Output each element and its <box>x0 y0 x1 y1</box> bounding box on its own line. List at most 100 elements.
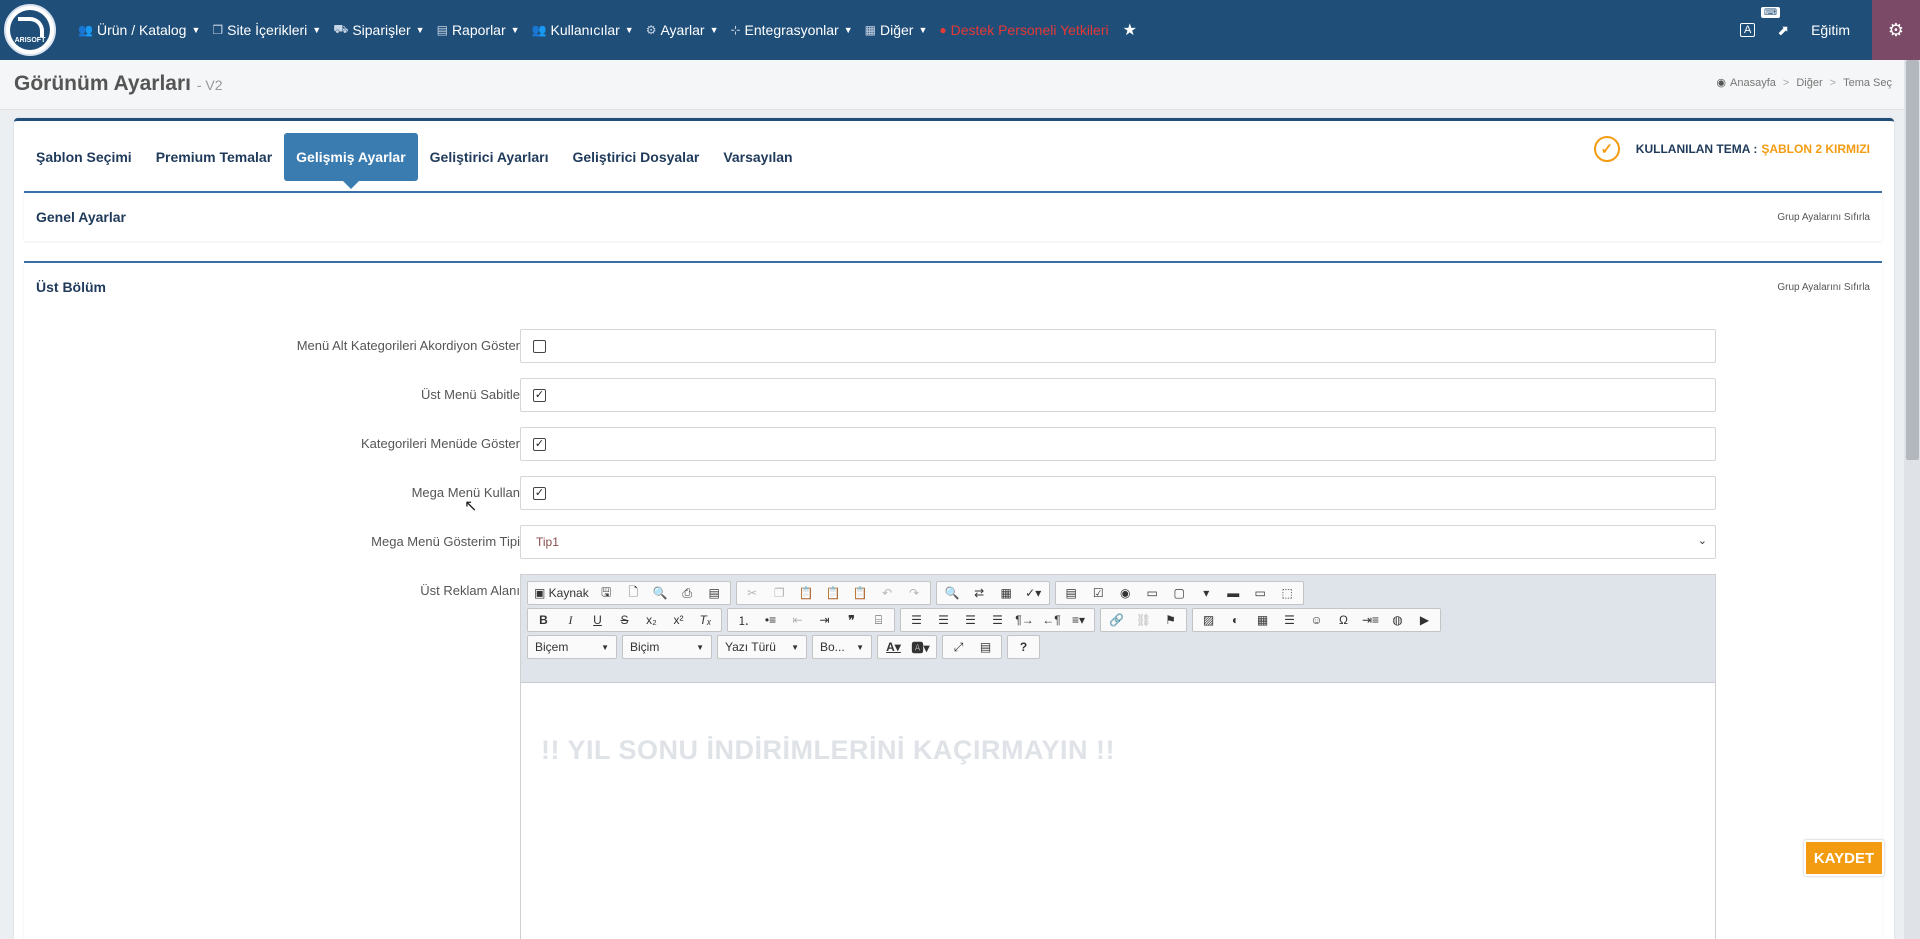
help-icon[interactable]: ? <box>1010 636 1037 658</box>
youtube-icon[interactable]: ▶ <box>1411 609 1438 631</box>
copy-icon[interactable]: ❐ <box>766 582 793 604</box>
horizontal-line-icon[interactable]: ☰ <box>1276 609 1303 631</box>
nav-item-siparisler[interactable]: ⛟ Siparişler ▼ <box>333 22 424 38</box>
language-icon[interactable]: ≡▾ <box>1065 609 1092 631</box>
subscript-icon[interactable]: x₂ <box>638 609 665 631</box>
redo-icon[interactable]: ↷ <box>901 582 928 604</box>
undo-icon[interactable]: ↶ <box>874 582 901 604</box>
nav-item-raporlar[interactable]: ▤ Raporlar ▼ <box>437 22 520 38</box>
nav-item-ayarlar[interactable]: ⚙ Ayarlar ▼ <box>646 22 719 38</box>
outdent-icon[interactable]: ⇤ <box>784 609 811 631</box>
hidden-field-icon[interactable]: ⬚ <box>1274 582 1301 604</box>
tab-sablon-secimi[interactable]: Şablon Seçimi <box>24 133 144 181</box>
button-field-icon[interactable]: ▬ <box>1220 582 1247 604</box>
breadcrumb-diger[interactable]: Diğer <box>1796 77 1822 89</box>
smiley-icon[interactable]: ☺ <box>1303 609 1330 631</box>
language-toggle[interactable]: A <box>1740 23 1756 37</box>
scrollbar-thumb[interactable] <box>1906 60 1919 460</box>
bulleted-list-icon[interactable]: •≡ <box>757 609 784 631</box>
paste-text-icon[interactable]: 📋 <box>820 582 847 604</box>
div-container-icon[interactable]: ⌸ <box>865 609 892 631</box>
favorites-star-icon[interactable]: ★ <box>1123 20 1137 40</box>
indent-icon[interactable]: ⇥ <box>811 609 838 631</box>
reset-group-link[interactable]: Grup Ayalarını Sıfırla <box>1777 212 1870 223</box>
image-button-icon[interactable]: ▭ <box>1247 582 1274 604</box>
link-icon[interactable]: 🔗 <box>1103 609 1130 631</box>
tab-varsayilan[interactable]: Varsayılan <box>711 133 804 181</box>
tab-gelismis-ayarlar[interactable]: Gelişmiş Ayarlar <box>284 133 418 189</box>
radio-icon[interactable]: ◉ <box>1112 582 1139 604</box>
new-page-icon[interactable]: 🗋 <box>620 582 647 604</box>
text-color-icon[interactable]: A▾ <box>880 636 907 658</box>
ltr-icon[interactable]: ¶→ <box>1011 609 1038 631</box>
nav-item-site-icerikleri[interactable]: ❐ Site İçerikleri ▼ <box>212 22 321 38</box>
checkbox-icon[interactable]: ☑ <box>1085 582 1112 604</box>
bg-color-icon[interactable]: 🅰▾ <box>907 636 934 658</box>
paste-icon[interactable]: 📋 <box>793 582 820 604</box>
spellcheck-icon[interactable]: ✓▾ <box>1020 582 1047 604</box>
editor-content[interactable]: !! YIL SONU İNDİRİMLERİNİ KAÇIRMAYIN !! <box>541 735 1115 766</box>
tab-gelistirici-ayarlari[interactable]: Geliştirici Ayarları <box>418 133 561 181</box>
nav-item-diger[interactable]: ▦ Diğer ▼ <box>865 22 928 38</box>
preview-icon[interactable]: 🔍 <box>647 582 674 604</box>
show-blocks-icon[interactable]: ▤ <box>972 636 999 658</box>
select-field-icon[interactable]: ▾ <box>1193 582 1220 604</box>
select-all-icon[interactable]: ▦ <box>993 582 1020 604</box>
sticky-menu-checkbox[interactable]: ✓ <box>533 389 546 402</box>
justify-icon[interactable]: ☰ <box>984 609 1011 631</box>
print-icon[interactable]: ⎙ <box>674 582 701 604</box>
font-size-combo[interactable]: Bo... ▼ <box>812 635 872 659</box>
nav-item-entegrasyonlar[interactable]: ⊹ Entegrasyonlar ▼ <box>730 22 852 38</box>
align-center-icon[interactable]: ☰ <box>930 609 957 631</box>
font-combo[interactable]: Yazı Türü ▼ <box>717 635 807 659</box>
align-left-icon[interactable]: ☰ <box>903 609 930 631</box>
source-button[interactable]: ▣ Kaynak <box>530 582 593 604</box>
align-right-icon[interactable]: ☰ <box>957 609 984 631</box>
nav-item-support-permissions[interactable]: ● Destek Personeli Yetkileri <box>939 22 1108 38</box>
bold-icon[interactable]: B <box>530 609 557 631</box>
unlink-icon[interactable]: ⛓ <box>1130 609 1157 631</box>
textarea-icon[interactable]: ▢ <box>1166 582 1193 604</box>
strikethrough-icon[interactable]: S <box>611 609 638 631</box>
accordion-checkbox[interactable] <box>533 340 546 353</box>
settings-gear-button[interactable]: ⚙ <box>1872 0 1920 60</box>
styles-combo[interactable]: Biçem ▼ <box>527 635 617 659</box>
save-icon[interactable]: 🖫 <box>593 582 620 604</box>
nav-item-kullanicilar[interactable]: 👥 Kullanıcılar ▼ <box>532 22 634 38</box>
format-combo[interactable]: Biçim ▼ <box>622 635 712 659</box>
breadcrumb-home[interactable]: Anasayfa <box>1730 77 1776 89</box>
form-icon[interactable]: ▤ <box>1058 582 1085 604</box>
reset-group-link[interactable]: Grup Ayalarını Sıfırla <box>1777 282 1870 293</box>
rtl-icon[interactable]: ←¶ <box>1038 609 1065 631</box>
save-button[interactable]: KAYDET <box>1804 840 1884 876</box>
numbered-list-icon[interactable]: ⒈ <box>730 609 757 631</box>
underline-icon[interactable]: U <box>584 609 611 631</box>
replace-icon[interactable]: ⇄ <box>966 582 993 604</box>
anchor-flag-icon[interactable]: ⚑ <box>1157 609 1184 631</box>
company-logo[interactable]: ARISOFT <box>4 4 56 56</box>
user-menu[interactable]: Eğitim <box>1811 22 1850 38</box>
templates-icon[interactable]: ▤ <box>701 582 728 604</box>
maximize-icon[interactable]: ⤢ <box>945 636 972 658</box>
iframe-icon[interactable]: ◍ <box>1384 609 1411 631</box>
superscript-icon[interactable]: x² <box>665 609 692 631</box>
mega-menu-checkbox[interactable]: ✓ <box>533 487 546 500</box>
remove-format-icon[interactable]: Tₓ <box>692 609 719 631</box>
find-icon[interactable]: 🔍 <box>939 582 966 604</box>
cut-icon[interactable]: ✂ <box>739 582 766 604</box>
italic-icon[interactable]: I <box>557 609 584 631</box>
categories-checkbox[interactable]: ✓ <box>533 438 546 451</box>
page-break-icon[interactable]: ⇥≡ <box>1357 609 1384 631</box>
external-link-button[interactable]: ⬈ <box>1777 22 1789 39</box>
paste-word-icon[interactable]: 📋 <box>847 582 874 604</box>
nav-item-urun-katalog[interactable]: 👥 Ürün / Katalog ▼ <box>78 22 200 38</box>
mega-type-select[interactable]: Tip1 ⌄ <box>520 525 1716 559</box>
textfield-icon[interactable]: ▭ <box>1139 582 1166 604</box>
flash-icon[interactable]: ◐ <box>1222 609 1249 631</box>
tab-gelistirici-dosyalar[interactable]: Geliştirici Dosyalar <box>560 133 711 181</box>
special-char-icon[interactable]: Ω <box>1330 609 1357 631</box>
table-icon[interactable]: ▦ <box>1249 609 1276 631</box>
tab-premium-temalar[interactable]: Premium Temalar <box>144 133 284 181</box>
blockquote-icon[interactable]: ❞ <box>838 609 865 631</box>
image-icon[interactable]: ▨ <box>1195 609 1222 631</box>
